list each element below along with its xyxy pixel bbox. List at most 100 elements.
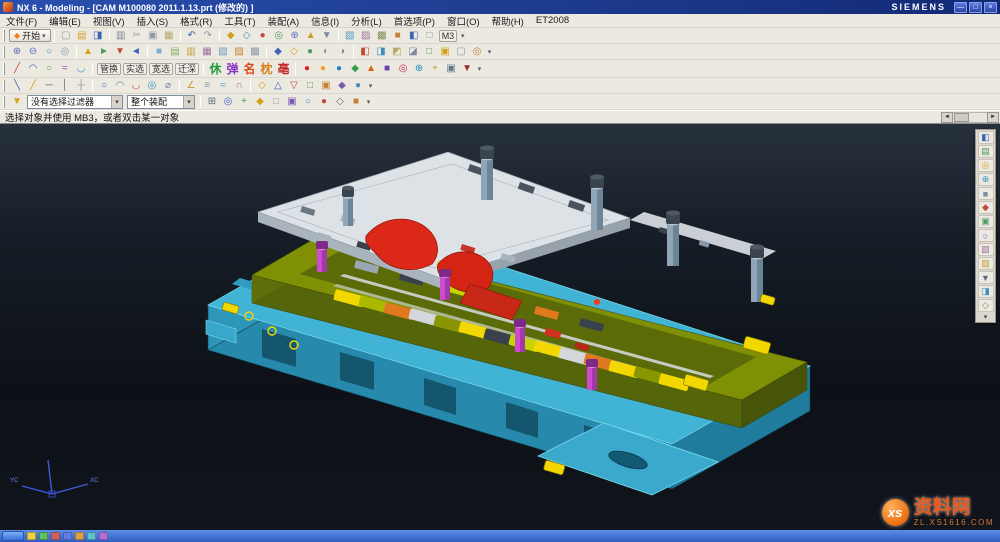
taskbar-icon[interactable] (87, 532, 96, 540)
cad-model[interactable]: XC YC (0, 124, 1000, 530)
toolbar-icon[interactable]: □ (422, 29, 438, 43)
selection-filter-combo[interactable]: 没有选择过滤器▾ (27, 95, 123, 109)
toolbar-icon[interactable]: ► (96, 45, 112, 59)
toolbar-icon[interactable]: ◄ (128, 45, 144, 59)
toolbar-icon[interactable]: ◎ (220, 95, 236, 109)
toolbar-grip[interactable] (3, 96, 6, 108)
toolbar-icon[interactable]: ○ (41, 62, 57, 76)
scroll-right-button[interactable]: ► (987, 112, 999, 123)
toolbar-icon[interactable]: ◎ (469, 45, 485, 59)
toolbar-icon[interactable]: ◇ (254, 79, 270, 93)
filter-icon[interactable]: ▼ (9, 95, 25, 109)
cut-icon[interactable]: ✂ (129, 29, 145, 43)
toolbar-icon[interactable]: ◆ (334, 79, 350, 93)
toolbar-icon[interactable]: ▣ (437, 45, 453, 59)
toolbar-icon[interactable]: ▨ (231, 45, 247, 59)
undo-icon[interactable]: ↶ (184, 29, 200, 43)
close-button[interactable]: × (984, 2, 997, 13)
side-toolbar-icon[interactable]: ■ (978, 187, 994, 200)
toolbar-icon[interactable]: ● (316, 95, 332, 109)
toolbar-icon[interactable]: ○ (300, 95, 316, 109)
toolbar-icon[interactable]: ● (299, 62, 315, 76)
toolbar-icon[interactable]: ■ (151, 45, 167, 59)
copy-icon[interactable]: ▣ (145, 29, 161, 43)
toolbar-icon[interactable]: ◆ (223, 29, 239, 43)
menu-item-4[interactable]: 插入(S) (130, 14, 174, 28)
toolbar-grip[interactable] (3, 80, 6, 92)
toolbar-icon[interactable]: ≈ (215, 79, 231, 93)
toolbar-icon[interactable]: ▤ (167, 45, 183, 59)
toolbar-icon[interactable]: ◡ (73, 62, 89, 76)
paste-icon[interactable]: ▦ (161, 29, 177, 43)
save-icon[interactable]: ◨ (90, 29, 106, 43)
toolbar-icon[interactable]: ∠ (183, 79, 199, 93)
menu-item-12[interactable]: 帮助(H) (486, 14, 530, 28)
toolbar-icon[interactable]: ▢ (453, 45, 469, 59)
maximize-button[interactable]: □ (969, 2, 982, 13)
toolbar-icon[interactable]: ◆ (252, 95, 268, 109)
menu-item-2[interactable]: 编辑(E) (43, 14, 87, 28)
chevron-down-icon[interactable]: ▾ (183, 96, 194, 108)
toolbar-dropdown-arrow[interactable]: ▾ (458, 32, 467, 40)
toolbar-grip[interactable] (3, 30, 6, 42)
toolbar-text-button[interactable]: 迁深 (175, 63, 199, 75)
toolbar-icon[interactable]: ▲ (80, 45, 96, 59)
toolbar-icon[interactable]: ▲ (363, 62, 379, 76)
toolbar-text-button[interactable]: 实选 (123, 63, 147, 75)
taskbar-icon[interactable] (75, 532, 84, 540)
toolbar-dropdown-arrow[interactable]: ▾ (485, 48, 494, 56)
menu-item-10[interactable]: 首选项(P) (388, 14, 441, 28)
menu-item-13[interactable]: ET2008 (530, 15, 575, 26)
toolbar-icon[interactable]: ■ (348, 95, 364, 109)
toolbar-icon[interactable]: ◎ (57, 45, 73, 59)
side-toolbar-icon[interactable]: ▼ (978, 271, 994, 284)
scroll-left-button[interactable]: ◄ (941, 112, 953, 123)
toolbar-icon[interactable]: ● (315, 62, 331, 76)
taskbar-icon[interactable] (63, 532, 72, 540)
toolbar-icon[interactable]: ◠ (112, 79, 128, 93)
toolbar-grip[interactable] (3, 63, 6, 75)
toolbar-icon[interactable]: ◑ (334, 45, 350, 59)
taskbar-icon[interactable] (39, 532, 48, 540)
taskbar-icon[interactable] (27, 532, 36, 540)
start-menu-button[interactable]: ◆开始▾ (9, 29, 51, 42)
toolbar-icon[interactable]: ▣ (443, 62, 459, 76)
toolbar-icon[interactable]: ● (350, 79, 366, 93)
chevron-down-icon[interactable]: ▾ (111, 96, 122, 108)
menu-item-6[interactable]: 工具(T) (218, 14, 261, 28)
toolbar-icon[interactable]: ▨ (358, 29, 374, 43)
toolbar-icon[interactable]: ◨ (373, 45, 389, 59)
graphics-area[interactable]: XC YC ◧▤◎⊕■◆▣○▧▨▼◨◇ ▾ xs 资料网 ZL.XS1616.C… (0, 124, 1000, 530)
toolbar-icon[interactable]: ▼ (112, 45, 128, 59)
side-toolbar-more-button[interactable]: ▾ (984, 313, 988, 321)
toolbar-icon[interactable]: □ (302, 79, 318, 93)
side-toolbar-icon[interactable]: ⊕ (978, 173, 994, 186)
toolbar-icon[interactable]: ╱ (9, 62, 25, 76)
toolbar-icon[interactable]: ┼ (73, 79, 89, 93)
selection-scope-combo[interactable]: 整个装配▾ (127, 95, 195, 109)
taskbar-icon[interactable] (51, 532, 60, 540)
toolbar-icon[interactable]: ◩ (389, 45, 405, 59)
toolbar-icon[interactable]: ▩ (247, 45, 263, 59)
scroll-thumb[interactable] (954, 113, 969, 122)
side-toolbar-icon[interactable]: ◇ (978, 299, 994, 312)
toolbar-icon[interactable]: ─ (41, 79, 57, 93)
toolbar-icon[interactable]: ▥ (183, 45, 199, 59)
toolbar-text-button[interactable]: 宽选 (149, 63, 173, 75)
new-icon[interactable]: ▢ (58, 29, 74, 43)
menu-item-8[interactable]: 信息(I) (305, 14, 345, 28)
toolbar-icon[interactable]: ▣ (284, 95, 300, 109)
menu-item-9[interactable]: 分析(L) (345, 14, 388, 28)
menu-item-3[interactable]: 视图(V) (87, 14, 131, 28)
toolbar-icon[interactable]: ◇ (239, 29, 255, 43)
toolbar-icon[interactable]: ▼ (319, 29, 335, 43)
toolbar-icon[interactable]: △ (270, 79, 286, 93)
toolbar-icon[interactable]: □ (421, 45, 437, 59)
toolbar-dropdown-arrow[interactable]: ▾ (475, 65, 484, 73)
toolbar-icon[interactable]: ◇ (286, 45, 302, 59)
toolbar-icon[interactable]: ■ (379, 62, 395, 76)
toolbar-icon[interactable]: ◡ (128, 79, 144, 93)
toolbar-icon[interactable]: ≡ (199, 79, 215, 93)
side-toolbar-icon[interactable]: ○ (978, 229, 994, 242)
toolbar-icon[interactable]: + (427, 62, 443, 76)
